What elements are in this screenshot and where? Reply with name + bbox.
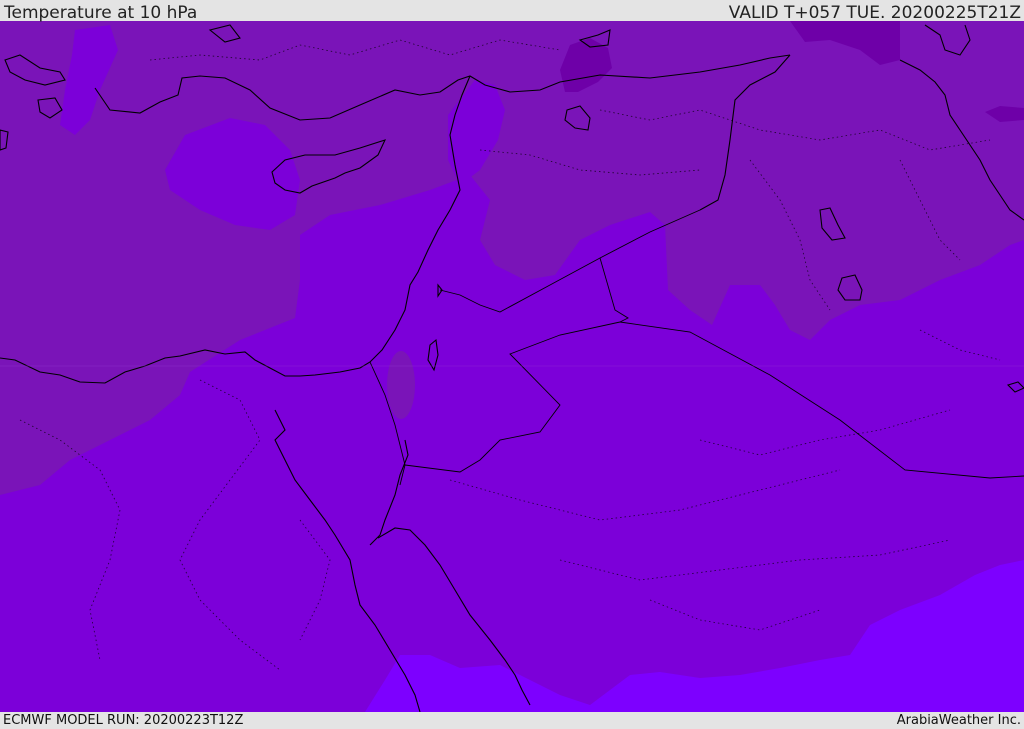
footer-bar: ECMWF MODEL RUN: 20200223T12Z ArabiaWeat… xyxy=(0,712,1024,729)
model-run-label: ECMWF MODEL RUN: 20200223T12Z xyxy=(3,713,244,728)
valid-time: VALID T+057 TUE. 20200225T21Z xyxy=(728,3,1021,23)
header-bar: Temperature at 10 hPa VALID T+057 TUE. 2… xyxy=(0,0,1024,23)
mid-blob-jordan-valley xyxy=(387,351,415,419)
map-title: Temperature at 10 hPa xyxy=(4,3,198,23)
credit-label: ArabiaWeather Inc. xyxy=(896,713,1021,728)
weather-map-frame: Temperature at 10 hPa VALID T+057 TUE. 2… xyxy=(0,0,1024,729)
map-canvas xyxy=(0,21,1024,712)
temperature-map xyxy=(0,21,1024,712)
